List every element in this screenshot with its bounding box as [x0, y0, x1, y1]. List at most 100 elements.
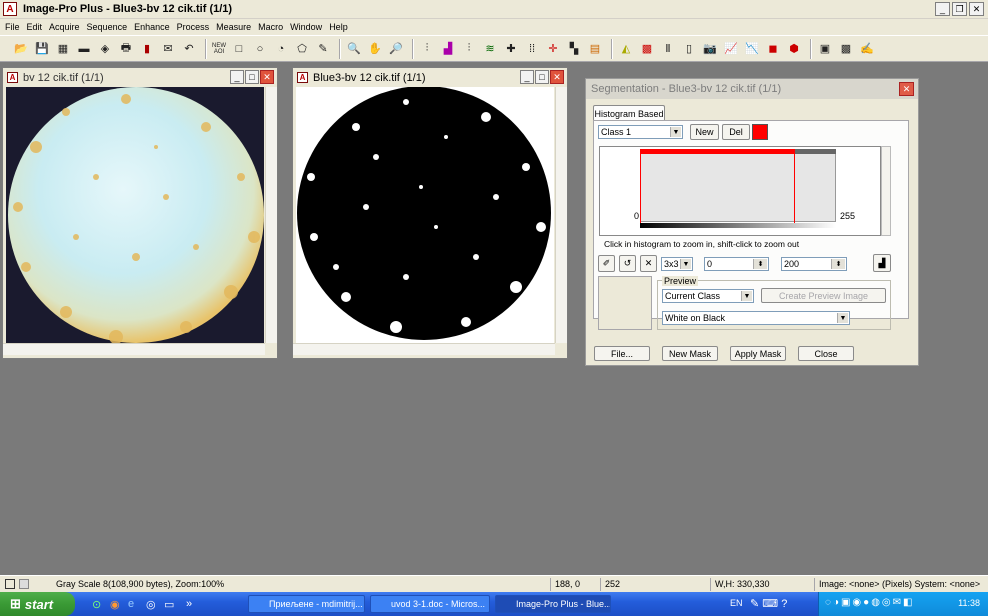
image-window-color-titlebar[interactable]: A bv 12 cik.tif (1/1) _ □ ✕: [3, 68, 277, 87]
camera-icon[interactable]: ▬: [75, 40, 93, 58]
minimize-button[interactable]: _: [230, 70, 244, 84]
polygon-icon[interactable]: ⬠: [293, 40, 311, 58]
image-window-color[interactable]: A bv 12 cik.tif (1/1) _ □ ✕: [2, 67, 278, 359]
dots-icon[interactable]: ⁞⁞: [523, 40, 541, 58]
segmentation-close-icon[interactable]: ✕: [899, 82, 914, 96]
hand-icon[interactable]: ✋: [366, 40, 384, 58]
range-max-marker[interactable]: [794, 149, 795, 223]
preview-mode-select[interactable]: Current Class ▼: [662, 289, 754, 303]
mask-image-canvas[interactable]: [296, 87, 554, 343]
menu-process[interactable]: Process: [175, 22, 215, 32]
display-mode-select[interactable]: White on Black ▼: [662, 311, 850, 325]
maximize-button[interactable]: □: [535, 70, 549, 84]
levels-icon[interactable]: ⫶: [460, 40, 478, 58]
tag-icon[interactable]: ⬢: [785, 40, 803, 58]
quicklaunch-firefox-icon[interactable]: ◉: [110, 598, 120, 611]
status-grid-icon[interactable]: [5, 579, 15, 589]
arrows-icon[interactable]: ✛: [544, 40, 562, 58]
histogram-icon[interactable]: ▟: [439, 40, 457, 58]
rectangle-icon[interactable]: □: [230, 40, 248, 58]
zoom-out-icon[interactable]: 🔎: [387, 40, 405, 58]
menu-file[interactable]: File: [3, 22, 25, 32]
new-mask-button[interactable]: New Mask: [662, 346, 718, 361]
class-color-swatch[interactable]: [752, 124, 768, 140]
high-threshold-input[interactable]: 200 ⬍: [781, 257, 847, 271]
undo-icon[interactable]: ↶: [180, 40, 198, 58]
menu-enhance[interactable]: Enhance: [132, 22, 175, 32]
menu-sequence[interactable]: Sequence: [85, 22, 133, 32]
fit-icon[interactable]: Ⅱ: [659, 40, 677, 58]
macro-icon[interactable]: ▩: [837, 40, 855, 58]
kernel-select[interactable]: 3x3 ▼: [661, 257, 693, 271]
new-class-button[interactable]: New: [690, 124, 719, 140]
delete-class-button[interactable]: Del: [722, 124, 750, 140]
segmentation-dialog[interactable]: Segmentation - Blue3-bv 12 cik.tif (1/1)…: [585, 78, 919, 366]
apply-mask-button[interactable]: Apply Mask: [730, 346, 786, 361]
image-window-mask[interactable]: A Blue3-bv 12 cik.tif (1/1) _ □ ✕: [292, 67, 568, 359]
menu-help[interactable]: Help: [327, 22, 353, 32]
tray-icons[interactable]: ◌◑▣◉●◍◎✉◧: [825, 597, 914, 608]
diamond-icon[interactable]: ◈: [96, 40, 114, 58]
range-min-marker[interactable]: [640, 149, 641, 223]
palette-icon[interactable]: ▤: [586, 40, 604, 58]
spinner-icon[interactable]: ⬍: [831, 259, 845, 269]
graph-icon[interactable]: 📈: [722, 40, 740, 58]
layers-icon[interactable]: ≋: [481, 40, 499, 58]
close-button[interactable]: ✕: [550, 70, 564, 84]
quicklaunch-green-icon[interactable]: ⊙: [92, 598, 101, 611]
tab-histogram-based[interactable]: Histogram Based: [593, 105, 665, 121]
taskbar-item-imagepro[interactable]: Image-Pro Plus - Blue...: [495, 595, 611, 613]
mail-icon[interactable]: ✉: [159, 40, 177, 58]
maximize-button[interactable]: □: [245, 70, 259, 84]
cube-icon[interactable]: ◼: [764, 40, 782, 58]
class-select[interactable]: Class 1 ▼: [598, 125, 683, 139]
dropper-icon[interactable]: ✐: [598, 255, 615, 272]
segmentation-titlebar[interactable]: Segmentation - Blue3-bv 12 cik.tif (1/1)…: [586, 79, 918, 99]
book-icon[interactable]: ▮: [138, 40, 156, 58]
minimize-button[interactable]: _: [520, 70, 534, 84]
chart-icon[interactable]: 📉: [743, 40, 761, 58]
quicklaunch-media-icon[interactable]: ◎: [146, 598, 156, 611]
quicklaunch-arrow-icon[interactable]: »: [186, 598, 192, 610]
snapshot-icon[interactable]: 📷: [701, 40, 719, 58]
ellipse-icon[interactable]: ○: [251, 40, 269, 58]
histogram-options-icon[interactable]: ▟: [873, 254, 891, 272]
new-aoi-icon[interactable]: NEW AOI: [211, 40, 227, 58]
crosshair-icon[interactable]: ✚: [502, 40, 520, 58]
close-button[interactable]: ✕: [260, 70, 274, 84]
vertical-scrollbar[interactable]: [555, 87, 567, 343]
vertical-scrollbar[interactable]: [265, 87, 277, 343]
count-icon[interactable]: ▩: [638, 40, 656, 58]
taskbar-lang[interactable]: EN: [730, 598, 743, 608]
menu-acquire[interactable]: Acquire: [47, 22, 85, 32]
taskbar-item-word[interactable]: uvod 3-1.doc - Micros...: [370, 595, 490, 613]
taskbar-tools-icon[interactable]: ✎ ⌨ ?: [750, 597, 787, 610]
menu-macro[interactable]: Macro: [256, 22, 288, 32]
measure-icon[interactable]: ◭: [617, 40, 635, 58]
file-button[interactable]: File...: [594, 346, 650, 361]
taskbar-item-firefox[interactable]: Приељене - mdimitrij...: [248, 595, 365, 613]
app-close-button[interactable]: ✕: [969, 2, 984, 16]
script-icon[interactable]: ▣: [816, 40, 834, 58]
histogram-canvas[interactable]: 0 255: [599, 146, 881, 236]
quicklaunch-ie-icon[interactable]: e: [128, 598, 134, 610]
horizontal-scrollbar[interactable]: [293, 343, 555, 355]
histogram-vscrollbar[interactable]: [881, 146, 891, 236]
image-window-mask-titlebar[interactable]: A Blue3-bv 12 cik.tif (1/1) _ □ ✕: [293, 68, 567, 87]
close-button[interactable]: Close: [798, 346, 854, 361]
blocks-icon[interactable]: ▚: [565, 40, 583, 58]
zoom-icon[interactable]: 🔍: [345, 40, 363, 58]
create-preview-image-button[interactable]: Create Preview Image: [761, 288, 886, 303]
quicklaunch-desktop-icon[interactable]: ▭: [164, 598, 174, 611]
app-restore-button[interactable]: ❐: [952, 2, 967, 16]
sliders-icon[interactable]: ⫶: [418, 40, 436, 58]
reset-icon[interactable]: ↺: [619, 255, 636, 272]
start-button[interactable]: ⊞ start: [0, 592, 75, 616]
pencil-icon[interactable]: ✎: [314, 40, 332, 58]
spinner-icon[interactable]: ⬍: [753, 259, 767, 269]
clear-icon[interactable]: ✕: [640, 255, 657, 272]
wedge-icon[interactable]: ◔: [272, 40, 290, 58]
menu-window[interactable]: Window: [288, 22, 327, 32]
grid-icon[interactable]: ▦: [54, 40, 72, 58]
app-minimize-button[interactable]: _: [935, 2, 950, 16]
